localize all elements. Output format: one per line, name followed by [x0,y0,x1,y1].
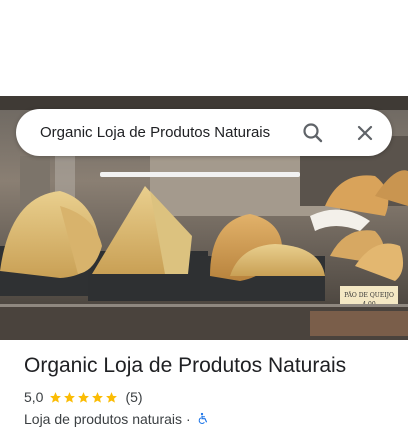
clear-search-button[interactable] [351,119,379,147]
search-button[interactable] [299,119,327,147]
review-count[interactable]: (5) [125,388,142,406]
separator: · [186,411,191,427]
rating-row[interactable]: 5,0 (5) [24,388,394,406]
wheelchair-accessible-icon [198,412,207,424]
place-info: Organic Loja de Produtos Naturais 5,0 (5… [24,352,394,428]
close-icon [357,125,373,141]
star-icon [106,391,118,403]
star-icon [64,391,76,403]
category-row: Loja de produtos naturais · [24,410,394,428]
place-category: Loja de produtos naturais [24,411,182,427]
rating-value: 5,0 [24,389,44,405]
map-area-blank [0,0,408,96]
search-bar: Organic Loja de Produtos Naturais [16,109,392,156]
place-title[interactable]: Organic Loja de Produtos Naturais [24,352,394,380]
star-icon [50,391,62,403]
star-icon [92,391,104,403]
search-input[interactable]: Organic Loja de Produtos Naturais [40,109,270,156]
search-icon [303,123,323,143]
star-rating [49,391,119,404]
star-icon [78,391,90,403]
map-place-card: PÃO DE QUEIJO 4,00 Organic Loja de Produ… [0,0,408,434]
price-sign-line1: PÃO DE QUEIJO [344,291,394,299]
